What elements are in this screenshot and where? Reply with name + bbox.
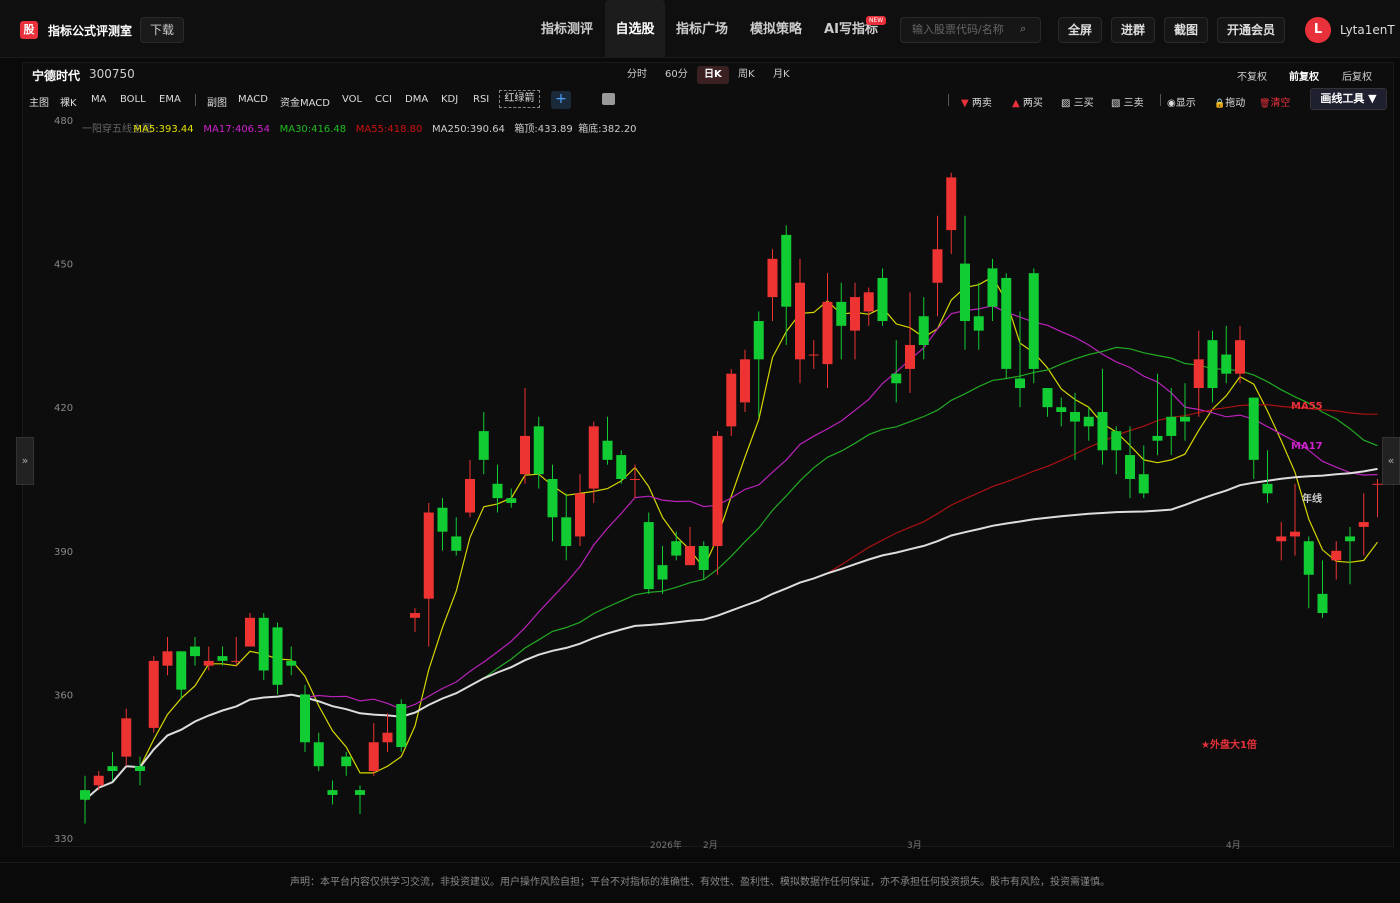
stock-code: 300750 — [89, 67, 135, 81]
fq-forward[interactable]: 前复权 — [1289, 68, 1319, 83]
download-button[interactable]: 下载 — [140, 17, 184, 43]
username[interactable]: Lyta1enT — [1340, 23, 1395, 37]
tool-two-sell[interactable]: ▼ 两卖 — [961, 94, 992, 109]
ind-sub[interactable]: 副图 — [207, 94, 227, 109]
add-indicator-button[interactable]: + — [551, 91, 571, 109]
ind-rsi[interactable]: RSI — [473, 94, 489, 105]
trash-icon: 🗑 — [1259, 99, 1271, 109]
ind-dma[interactable]: DMA — [405, 94, 428, 105]
nav-tab-simulate-strategy[interactable]: 模拟策略 — [743, 0, 809, 58]
new-badge: NEW — [866, 16, 887, 25]
ind-ema[interactable]: EMA — [159, 94, 181, 105]
divider — [1160, 94, 1161, 106]
nav-tab-indicator-square[interactable]: 指标广场 — [669, 0, 735, 58]
hatch-icon: ▨ — [1061, 98, 1071, 109]
app-title: 指标公式评测室 — [48, 24, 133, 38]
avatar[interactable]: L — [1305, 17, 1331, 43]
app-logo: 股 — [20, 21, 38, 39]
tool-show[interactable]: ◉显示 — [1167, 94, 1196, 109]
tool-three-buy[interactable]: ▨ 三买 — [1061, 94, 1094, 109]
lock-icon: 🔒 — [1214, 99, 1226, 109]
divider — [195, 94, 196, 106]
period-tab-weekly[interactable]: 周K — [731, 66, 762, 84]
tool-two-buy[interactable]: ▲ 两买 — [1012, 94, 1043, 109]
ind-vol[interactable]: VOL — [342, 94, 362, 105]
expand-left-button[interactable]: » — [16, 437, 34, 485]
eye-icon: ◉ — [1167, 98, 1176, 109]
ind-ma[interactable]: MA — [91, 94, 106, 105]
nav-tab-watchlist[interactable]: 自选股 — [605, 0, 665, 58]
ind-boll[interactable]: BOLL — [120, 94, 146, 105]
tool-three-sell[interactable]: ▧ 三卖 — [1111, 94, 1144, 109]
fullscreen-button[interactable]: 全屏 — [1058, 17, 1102, 43]
fq-backward[interactable]: 后复权 — [1342, 68, 1372, 83]
ind-macd[interactable]: MACD — [238, 94, 268, 105]
period-tab-60min[interactable]: 60分 — [658, 66, 695, 84]
nav-tab-ai-indicator[interactable]: AI写指标 — [816, 0, 886, 58]
period-tab-daily[interactable]: 日K — [697, 66, 729, 84]
period-tab-intraday[interactable]: 分时 — [620, 66, 654, 84]
join-group-button[interactable]: 进群 — [1111, 17, 1155, 43]
nav-tab-indicator-eval[interactable]: 指标测评 — [534, 0, 600, 58]
ind-red-green-arrow[interactable]: 红绿箭 — [499, 90, 540, 108]
search-icon[interactable]: ⌕ — [1020, 22, 1026, 36]
ind-main[interactable]: 主图 — [29, 94, 49, 109]
ind-fund-macd[interactable]: 资金MACD — [280, 94, 330, 109]
ind-cci[interactable]: CCI — [375, 94, 392, 105]
save-icon[interactable] — [602, 93, 615, 105]
up-triangle-icon: ▲ — [1012, 98, 1020, 109]
vip-button[interactable]: 开通会员 — [1217, 17, 1285, 43]
disclaimer: 声明：本平台内容仅供学习交流，非投资建议。用户操作风险自担；平台不对指标的准确性… — [0, 862, 1400, 900]
hatch-icon: ▧ — [1111, 98, 1121, 109]
tool-drag[interactable]: 🔒拖动 — [1214, 94, 1245, 109]
period-tab-monthly[interactable]: 月K — [766, 66, 797, 84]
tool-clear[interactable]: 🗑清空 — [1259, 94, 1290, 109]
down-triangle-icon: ▼ — [961, 98, 969, 109]
ind-kdj[interactable]: KDJ — [441, 94, 458, 105]
chart-panel — [22, 62, 1394, 847]
stock-name: 宁德时代 — [32, 69, 81, 83]
draw-tools-button[interactable]: 画线工具 ▼ — [1310, 88, 1387, 110]
expand-right-button[interactable]: « — [1382, 437, 1400, 485]
ind-naked-k[interactable]: 裸K — [60, 94, 77, 109]
divider — [948, 94, 949, 106]
screenshot-button[interactable]: 截图 — [1164, 17, 1208, 43]
fq-none[interactable]: 不复权 — [1237, 68, 1267, 83]
